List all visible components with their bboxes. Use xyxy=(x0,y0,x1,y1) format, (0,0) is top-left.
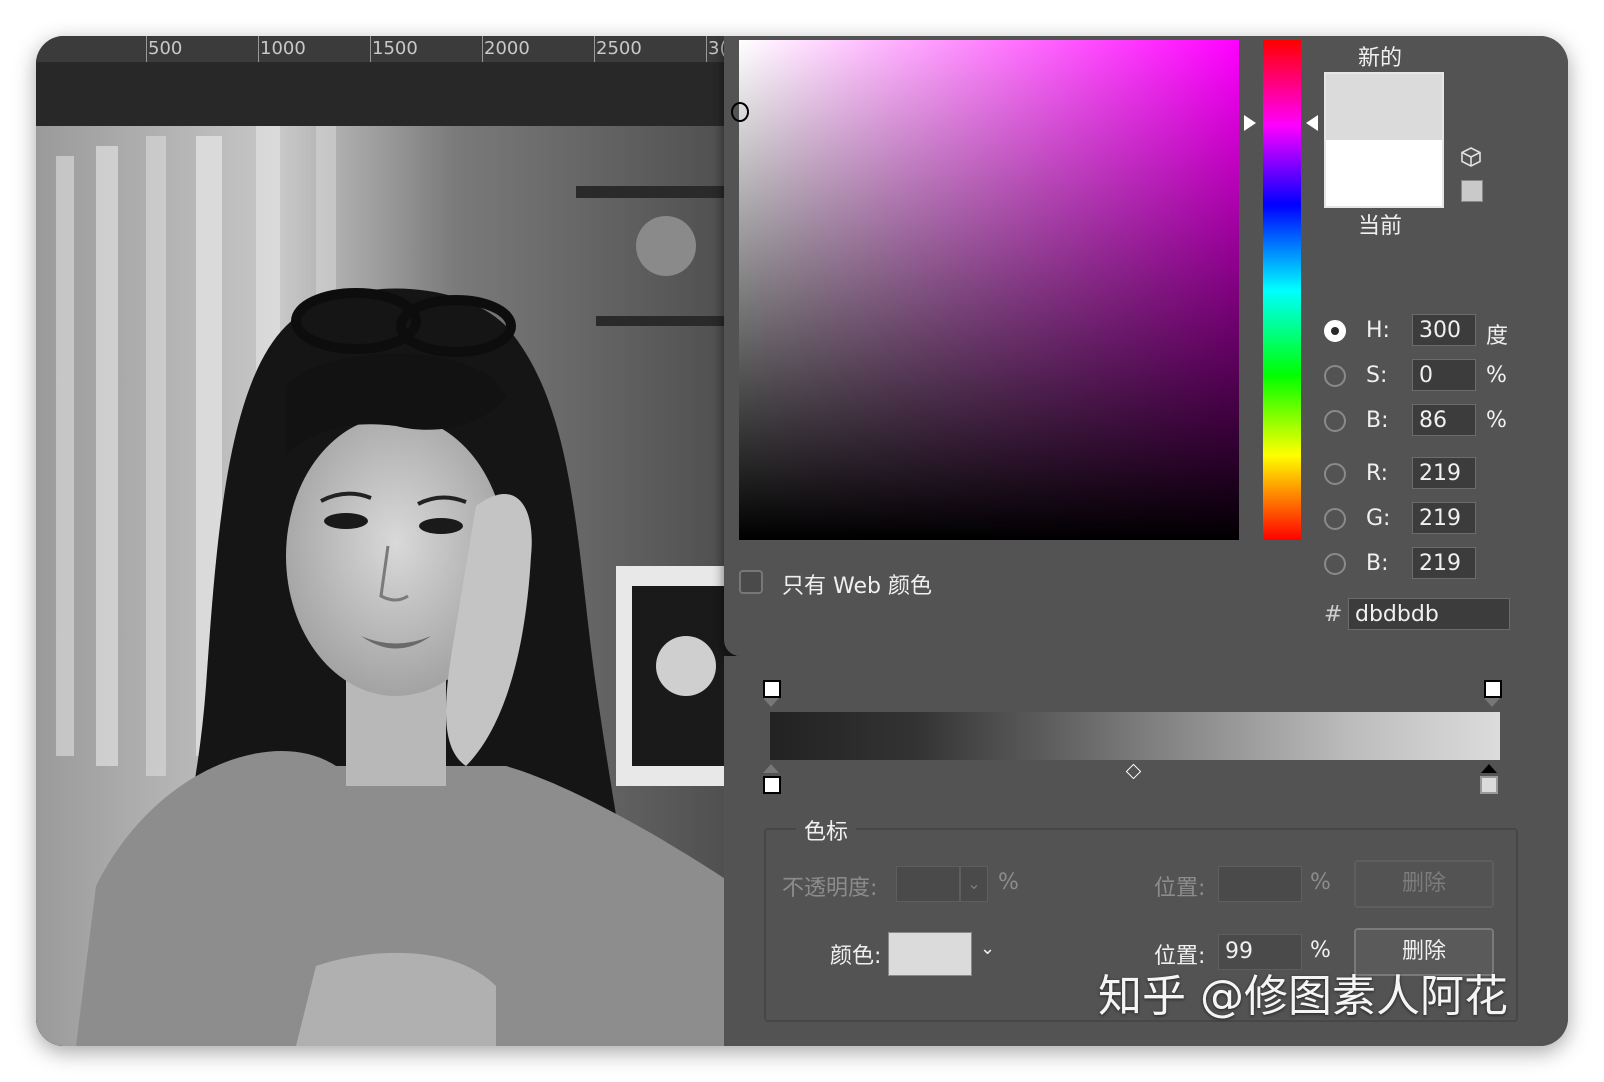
stops-group-title: 色标 xyxy=(796,814,857,846)
saturation-radio[interactable] xyxy=(1324,365,1346,387)
field-label: B: xyxy=(1366,551,1389,576)
field-label: B: xyxy=(1366,408,1389,433)
new-color-label: 新的 xyxy=(1358,46,1403,71)
field-label: G: xyxy=(1366,506,1391,531)
gradient-preview-bar[interactable] xyxy=(770,712,1500,760)
opacity-label: 不透明度: xyxy=(782,876,878,901)
brightness-radio[interactable] xyxy=(1324,410,1346,432)
color-stop-left-pointer xyxy=(763,764,779,773)
field-label: R: xyxy=(1366,461,1389,486)
horizontal-ruler[interactable]: 500 1000 1500 2000 2500 3( xyxy=(36,36,736,63)
red-input[interactable]: 219 xyxy=(1412,457,1476,489)
blue-input[interactable]: 219 xyxy=(1412,547,1476,579)
current-color-label: 当前 xyxy=(1358,214,1403,239)
color-picker-panel: 新的 当前 只有 Web 颜色 H: 300 度 S: 0 % B: 86 % … xyxy=(724,36,1568,656)
field-label: S: xyxy=(1366,363,1388,388)
opacity-unit: % xyxy=(998,870,1019,895)
current-color-swatch[interactable] xyxy=(1326,140,1442,206)
hue-radio[interactable] xyxy=(1324,320,1346,342)
opacity-position-unit: % xyxy=(1310,870,1331,895)
opacity-position-label: 位置: xyxy=(1154,876,1206,901)
ruler-label: 500 xyxy=(148,38,183,59)
websafe-swatch[interactable] xyxy=(1461,180,1483,202)
brightness-input[interactable]: 86 xyxy=(1412,404,1476,436)
hue-slider[interactable] xyxy=(1263,40,1301,540)
field-label: H: xyxy=(1366,318,1390,343)
green-radio[interactable] xyxy=(1324,508,1346,530)
hex-input[interactable]: dbdbdb xyxy=(1348,598,1510,630)
portrait-illustration xyxy=(36,126,736,1046)
color-label: 颜色: xyxy=(830,944,882,969)
opacity-stop-left[interactable] xyxy=(763,680,781,698)
opacity-input[interactable] xyxy=(896,866,960,902)
opacity-delete-button[interactable]: 删除 xyxy=(1354,860,1494,908)
color-preview xyxy=(1324,72,1444,208)
cube-icon[interactable] xyxy=(1460,146,1482,168)
opacity-stop-right[interactable] xyxy=(1484,680,1502,698)
hex-label: # xyxy=(1324,602,1343,627)
opacity-stop-left-pointer xyxy=(763,698,779,707)
photo-image xyxy=(36,126,736,1046)
color-stop-left[interactable] xyxy=(763,776,781,794)
opacity-position-input[interactable] xyxy=(1218,866,1302,902)
color-field-marker[interactable] xyxy=(731,102,749,122)
chevron-down-icon[interactable]: ⌄ xyxy=(960,866,988,902)
saturation-brightness-field[interactable] xyxy=(731,40,1239,540)
field-unit: 度 xyxy=(1486,324,1509,349)
new-color-swatch xyxy=(1326,74,1442,140)
ruler-label: 2000 xyxy=(484,38,530,59)
hue-slider-left-arrow[interactable] xyxy=(1244,115,1256,131)
app-window: 500 1000 1500 2000 2500 3(新的 当前 只有 Web … xyxy=(36,36,1568,1046)
blue-radio[interactable] xyxy=(1324,553,1346,575)
opacity-stop-right-pointer xyxy=(1484,698,1500,707)
ruler-label: 1000 xyxy=(260,38,306,59)
ruler-label: 2500 xyxy=(596,38,642,59)
field-unit: % xyxy=(1486,363,1507,388)
chevron-down-icon[interactable]: ⌄ xyxy=(980,938,995,959)
saturation-input[interactable]: 0 xyxy=(1412,359,1476,391)
gradient-midpoint[interactable] xyxy=(1125,763,1142,780)
watermark-text: 知乎 @修图素人阿花 xyxy=(1098,971,1508,1022)
red-radio[interactable] xyxy=(1324,463,1346,485)
web-colors-only-checkbox[interactable] xyxy=(739,570,763,594)
field-unit: % xyxy=(1486,408,1507,433)
hue-input[interactable]: 300 xyxy=(1412,314,1476,346)
color-stop-right[interactable] xyxy=(1480,776,1498,794)
web-colors-only-label: 只有 Web 颜色 xyxy=(782,574,932,599)
ruler-label: 1500 xyxy=(372,38,418,59)
green-input[interactable]: 219 xyxy=(1412,502,1476,534)
document-canvas[interactable]: 500 1000 1500 2000 2500 3( xyxy=(36,36,736,1046)
color-stop-right-pointer xyxy=(1481,764,1497,773)
stop-color-swatch[interactable] xyxy=(888,932,972,976)
hue-slider-right-arrow[interactable] xyxy=(1306,115,1318,131)
